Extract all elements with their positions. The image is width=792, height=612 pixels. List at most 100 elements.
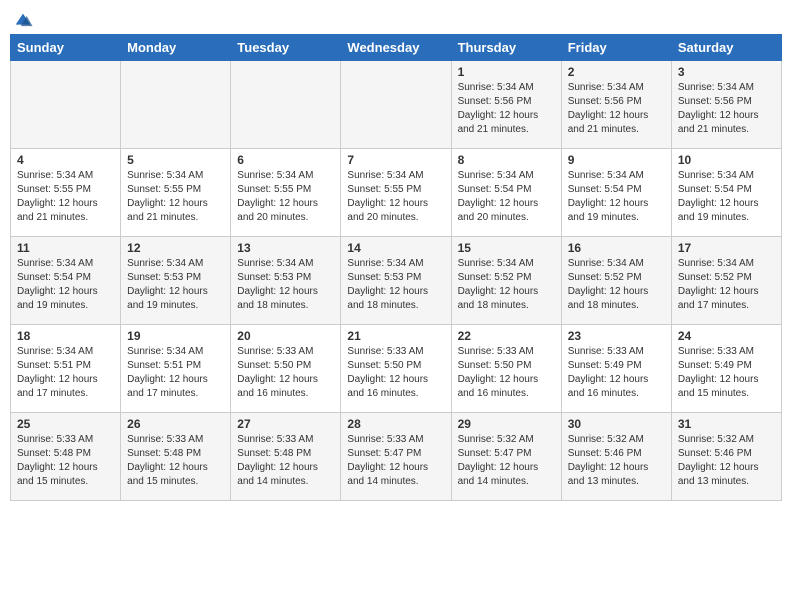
day-number: 11 <box>17 241 114 255</box>
calendar-cell: 19 Sunrise: 5:34 AM Sunset: 5:51 PM Dayli… <box>121 325 231 413</box>
calendar-cell: 27 Sunrise: 5:33 AM Sunset: 5:48 PM Dayli… <box>231 413 341 501</box>
week-row-3: 11 Sunrise: 5:34 AM Sunset: 5:54 PM Dayli… <box>11 237 782 325</box>
day-info: Sunrise: 5:34 AM Sunset: 5:52 PM Dayligh… <box>568 257 665 313</box>
calendar-cell: 24 Sunrise: 5:33 AM Sunset: 5:49 PM Dayli… <box>671 325 781 413</box>
day-info: Sunrise: 5:33 AM Sunset: 5:50 PM Dayligh… <box>458 345 555 401</box>
day-number: 9 <box>568 153 665 167</box>
day-number: 26 <box>127 417 224 431</box>
week-row-4: 18 Sunrise: 5:34 AM Sunset: 5:51 PM Dayli… <box>11 325 782 413</box>
calendar-cell: 3Sunrise: 5:34 AM Sunset: 5:56 PM Daylig… <box>671 61 781 149</box>
day-info: Sunrise: 5:33 AM Sunset: 5:49 PM Dayligh… <box>568 345 665 401</box>
day-number: 16 <box>568 241 665 255</box>
day-number: 25 <box>17 417 114 431</box>
calendar-cell: 2 Sunrise: 5:34 AM Sunset: 5:56 PM Daylig… <box>561 61 671 149</box>
week-row-2: 4 Sunrise: 5:34 AM Sunset: 5:55 PM Daylig… <box>11 149 782 237</box>
calendar-cell: 8 Sunrise: 5:34 AM Sunset: 5:54 PM Daylig… <box>451 149 561 237</box>
day-number: 18 <box>17 329 114 343</box>
logo-icon <box>12 10 34 32</box>
calendar-cell: 5Sunrise: 5:34 AM Sunset: 5:55 PM Daylig… <box>121 149 231 237</box>
day-number: 12 <box>127 241 224 255</box>
day-info: Sunrise: 5:34 AM Sunset: 5:55 PM Dayligh… <box>17 169 114 225</box>
day-info: Sunrise: 5:34 AM Sunset: 5:51 PM Dayligh… <box>17 345 114 401</box>
calendar-cell <box>11 61 121 149</box>
day-number: 14 <box>347 241 444 255</box>
calendar-cell: 20 Sunrise: 5:33 AM Sunset: 5:50 PM Dayli… <box>231 325 341 413</box>
day-number: 30 <box>568 417 665 431</box>
calendar-cell: 6 Sunrise: 5:34 AM Sunset: 5:55 PM Daylig… <box>231 149 341 237</box>
day-number: 23 <box>568 329 665 343</box>
day-info: Sunrise: 5:34 AM Sunset: 5:53 PM Dayligh… <box>347 257 444 313</box>
day-header-sunday: Sunday <box>11 35 121 61</box>
day-number: 7 <box>347 153 444 167</box>
calendar-cell: 13 Sunrise: 5:34 AM Sunset: 5:53 PM Dayli… <box>231 237 341 325</box>
day-info: Sunrise: 5:34 AM Sunset: 5:56 PM Dayligh… <box>678 81 775 137</box>
day-info: Sunrise: 5:34 AM Sunset: 5:56 PM Dayligh… <box>458 81 555 137</box>
header-row: SundayMondayTuesdayWednesdayThursdayFrid… <box>11 35 782 61</box>
calendar-cell <box>341 61 451 149</box>
day-number: 29 <box>458 417 555 431</box>
calendar-cell: 17 Sunrise: 5:34 AM Sunset: 5:52 PM Dayli… <box>671 237 781 325</box>
day-info: Sunrise: 5:33 AM Sunset: 5:48 PM Dayligh… <box>237 433 334 489</box>
calendar-cell: 12Sunrise: 5:34 AM Sunset: 5:53 PM Dayli… <box>121 237 231 325</box>
calendar-cell: 22 Sunrise: 5:33 AM Sunset: 5:50 PM Dayli… <box>451 325 561 413</box>
calendar-cell: 9 Sunrise: 5:34 AM Sunset: 5:54 PM Daylig… <box>561 149 671 237</box>
day-info: Sunrise: 5:34 AM Sunset: 5:52 PM Dayligh… <box>458 257 555 313</box>
day-number: 24 <box>678 329 775 343</box>
day-info: Sunrise: 5:32 AM Sunset: 5:46 PM Dayligh… <box>678 433 775 489</box>
day-number: 27 <box>237 417 334 431</box>
day-info: Sunrise: 5:33 AM Sunset: 5:50 PM Dayligh… <box>237 345 334 401</box>
day-info: Sunrise: 5:34 AM Sunset: 5:53 PM Dayligh… <box>237 257 334 313</box>
day-info: Sunrise: 5:33 AM Sunset: 5:47 PM Dayligh… <box>347 433 444 489</box>
day-info: Sunrise: 5:34 AM Sunset: 5:55 PM Dayligh… <box>237 169 334 225</box>
calendar-cell: 29 Sunrise: 5:32 AM Sunset: 5:47 PM Dayli… <box>451 413 561 501</box>
day-info: Sunrise: 5:33 AM Sunset: 5:49 PM Dayligh… <box>678 345 775 401</box>
day-info: Sunrise: 5:32 AM Sunset: 5:47 PM Dayligh… <box>458 433 555 489</box>
day-number: 10 <box>678 153 775 167</box>
day-info: Sunrise: 5:34 AM Sunset: 5:54 PM Dayligh… <box>678 169 775 225</box>
day-info: Sunrise: 5:34 AM Sunset: 5:54 PM Dayligh… <box>458 169 555 225</box>
day-info: Sunrise: 5:34 AM Sunset: 5:55 PM Dayligh… <box>347 169 444 225</box>
logo <box>10 10 34 28</box>
day-number: 20 <box>237 329 334 343</box>
calendar-cell <box>121 61 231 149</box>
day-number: 28 <box>347 417 444 431</box>
calendar-cell: 10 Sunrise: 5:34 AM Sunset: 5:54 PM Dayli… <box>671 149 781 237</box>
calendar-cell: 23 Sunrise: 5:33 AM Sunset: 5:49 PM Dayli… <box>561 325 671 413</box>
calendar-cell: 16 Sunrise: 5:34 AM Sunset: 5:52 PM Dayli… <box>561 237 671 325</box>
calendar-cell: 25Sunrise: 5:33 AM Sunset: 5:48 PM Dayli… <box>11 413 121 501</box>
calendar-cell: 31 Sunrise: 5:32 AM Sunset: 5:46 PM Dayli… <box>671 413 781 501</box>
day-info: Sunrise: 5:34 AM Sunset: 5:55 PM Dayligh… <box>127 169 224 225</box>
calendar-cell <box>231 61 341 149</box>
day-info: Sunrise: 5:32 AM Sunset: 5:46 PM Dayligh… <box>568 433 665 489</box>
calendar-cell: 30 Sunrise: 5:32 AM Sunset: 5:46 PM Dayli… <box>561 413 671 501</box>
day-number: 31 <box>678 417 775 431</box>
day-number: 15 <box>458 241 555 255</box>
day-header-friday: Friday <box>561 35 671 61</box>
day-header-saturday: Saturday <box>671 35 781 61</box>
day-number: 2 <box>568 65 665 79</box>
calendar-cell: 28 Sunrise: 5:33 AM Sunset: 5:47 PM Dayli… <box>341 413 451 501</box>
day-info: Sunrise: 5:34 AM Sunset: 5:56 PM Dayligh… <box>568 81 665 137</box>
day-number: 19 <box>127 329 224 343</box>
day-info: Sunrise: 5:33 AM Sunset: 5:50 PM Dayligh… <box>347 345 444 401</box>
day-number: 8 <box>458 153 555 167</box>
day-number: 21 <box>347 329 444 343</box>
day-number: 17 <box>678 241 775 255</box>
calendar-cell: 14 Sunrise: 5:34 AM Sunset: 5:53 PM Dayli… <box>341 237 451 325</box>
day-number: 1 <box>458 65 555 79</box>
calendar-cell: 26Sunrise: 5:33 AM Sunset: 5:48 PM Dayli… <box>121 413 231 501</box>
calendar-cell: 4 Sunrise: 5:34 AM Sunset: 5:55 PM Daylig… <box>11 149 121 237</box>
page-header <box>10 10 782 28</box>
day-info: Sunrise: 5:34 AM Sunset: 5:54 PM Dayligh… <box>17 257 114 313</box>
day-number: 22 <box>458 329 555 343</box>
week-row-1: 1 Sunrise: 5:34 AM Sunset: 5:56 PM Daylig… <box>11 61 782 149</box>
day-info: Sunrise: 5:34 AM Sunset: 5:51 PM Dayligh… <box>127 345 224 401</box>
day-number: 4 <box>17 153 114 167</box>
day-info: Sunrise: 5:34 AM Sunset: 5:52 PM Dayligh… <box>678 257 775 313</box>
day-number: 6 <box>237 153 334 167</box>
day-header-thursday: Thursday <box>451 35 561 61</box>
calendar-cell: 7 Sunrise: 5:34 AM Sunset: 5:55 PM Daylig… <box>341 149 451 237</box>
day-number: 13 <box>237 241 334 255</box>
calendar-cell: 21 Sunrise: 5:33 AM Sunset: 5:50 PM Dayli… <box>341 325 451 413</box>
day-info: Sunrise: 5:34 AM Sunset: 5:54 PM Dayligh… <box>568 169 665 225</box>
